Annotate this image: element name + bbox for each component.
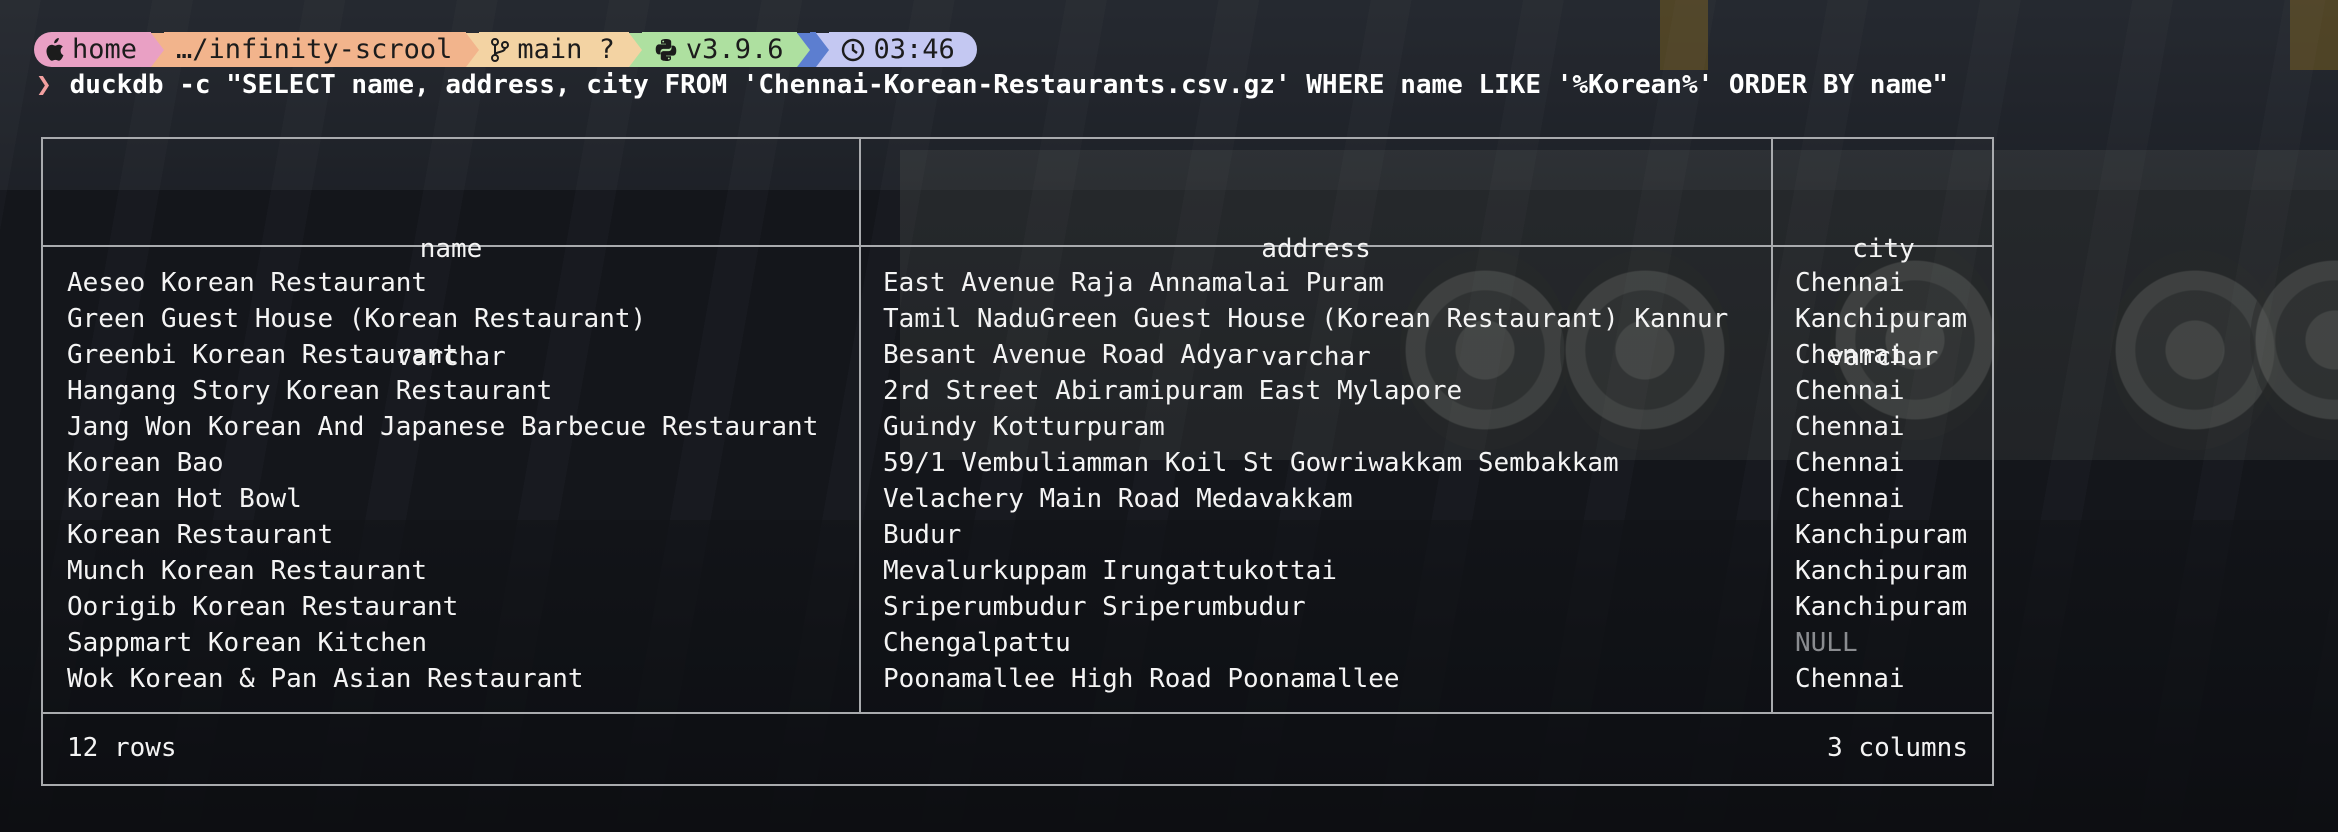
python-icon <box>654 38 678 62</box>
column-header-city-label: city <box>1852 234 1915 264</box>
table-cell-name: Oorigib Korean Restaurant <box>67 592 459 622</box>
table-cell-name: Hangang Story Korean Restaurant <box>67 376 553 406</box>
table-cell-name: Greenbi Korean Restaurant <box>67 340 459 370</box>
prompt-home-label: home <box>72 34 138 65</box>
table-cell-address: Sriperumbudur Sriperumbudur <box>883 592 1306 622</box>
column-count: 3 columns <box>1827 733 1968 763</box>
address-column-cells: East Avenue Raja Annamalai Puram Tamil N… <box>883 265 1728 697</box>
command-line[interactable]: ❯ duckdb -c "SELECT name, address, city F… <box>36 70 1948 100</box>
command-text: duckdb -c "SELECT name, address, city FR… <box>69 70 1949 100</box>
table-cell-city: Kanchipuram <box>1795 304 1968 334</box>
table-cell-address: Mevalurkuppam Irungattukottai <box>883 556 1337 586</box>
table-cell-city: Chennai <box>1795 448 1905 478</box>
table-cell-address: Guindy Kotturpuram <box>883 412 1165 442</box>
apple-icon <box>44 37 64 62</box>
table-cell-address: 59/1 Vembuliamman Koil St Gowriwakkam Se… <box>883 448 1619 478</box>
table-cell-city-null: NULL <box>1795 628 1858 658</box>
table-cell-address: 2rd Street Abiramipuram East Mylapore <box>883 376 1463 406</box>
row-count: 12 rows <box>67 733 177 763</box>
table-cell-city: Chennai <box>1795 412 1905 442</box>
column-header-name-label: name <box>419 234 483 264</box>
prompt-python-label: v3.9.6 <box>685 34 784 65</box>
query-result-table: name varchar address varchar city varcha… <box>41 137 1994 786</box>
prompt-segment-home: home <box>34 32 152 67</box>
table-cell-city: Chennai <box>1795 340 1905 370</box>
prompt-segment-python: v3.9.6 <box>641 32 798 67</box>
prompt-segment-path: …/infinity-scrool <box>164 32 467 67</box>
table-cell-name: Korean Hot Bowl <box>67 484 302 514</box>
table-cell-city: Chennai <box>1795 376 1905 406</box>
table-cell-address: Velachery Main Road Medavakkam <box>883 484 1353 514</box>
column-header-address-label: address <box>1261 234 1371 264</box>
prompt-time-label: 03:46 <box>873 34 955 65</box>
table-cell-address: Chengalpattu <box>883 628 1071 658</box>
prompt-branch-label: main ? <box>517 34 615 65</box>
table-cell-city: Chennai <box>1795 664 1905 694</box>
table-cell-city: Chennai <box>1795 268 1905 298</box>
table-cell-name: Green Guest House (Korean Restaurant) <box>67 304 647 334</box>
table-cell-name: Jang Won Korean And Japanese Barbecue Re… <box>67 412 819 442</box>
table-cell-address: Tamil NaduGreen Guest House (Korean Rest… <box>883 304 1729 334</box>
prompt-path-label: …/infinity-scrool <box>176 34 453 65</box>
name-column-cells: Aeseo Korean Restaurant Green Guest Hous… <box>67 265 818 697</box>
shell-prompt: home …/infinity-scrool main ? v3.9.6 03:… <box>34 32 977 67</box>
table-cell-city: Kanchipuram <box>1795 556 1968 586</box>
table-cell-city: Chennai <box>1795 484 1905 514</box>
city-column-cells: Chennai Kanchipuram Chennai Chennai Chen… <box>1795 265 1967 697</box>
table-cell-address: East Avenue Raja Annamalai Puram <box>883 268 1384 298</box>
table-cell-name: Korean Bao <box>67 448 224 478</box>
table-cell-city: Kanchipuram <box>1795 520 1968 550</box>
table-cell-name: Korean Restaurant <box>67 520 334 550</box>
table-cell-name: Aeseo Korean Restaurant <box>67 268 428 298</box>
table-cell-city: Kanchipuram <box>1795 592 1968 622</box>
table-cell-name: Sappmart Korean Kitchen <box>67 628 428 658</box>
table-cell-name: Munch Korean Restaurant <box>67 556 428 586</box>
clock-icon <box>841 38 865 62</box>
git-branch-icon <box>491 37 510 62</box>
table-cell-name: Wok Korean & Pan Asian Restaurant <box>67 664 584 694</box>
table-cell-address: Poonamallee High Road Poonamallee <box>883 664 1400 694</box>
table-cell-address: Besant Avenue Road Adyar <box>883 340 1259 370</box>
table-cell-address: Budur <box>883 520 962 550</box>
prompt-segment-time: 03:46 <box>829 32 977 67</box>
chevron-right-icon: ❯ <box>36 70 52 100</box>
prompt-segment-git: main ? <box>479 32 629 67</box>
